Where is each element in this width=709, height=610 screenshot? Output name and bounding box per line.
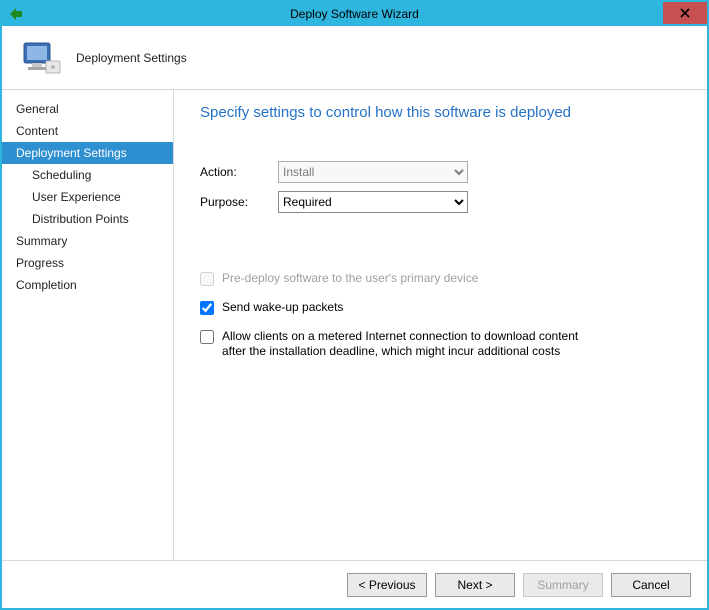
wizard-body: GeneralContentDeployment SettingsSchedul… <box>2 90 707 560</box>
action-label: Action: <box>200 165 278 179</box>
wizard-footer: < Previous Next > Summary Cancel <box>2 560 707 608</box>
cancel-button[interactable]: Cancel <box>611 573 691 597</box>
close-icon <box>680 8 690 18</box>
purpose-row: Purpose: Required <box>200 191 681 213</box>
predeploy-label: Pre-deploy software to the user's primar… <box>222 271 478 286</box>
header-band: Deployment Settings <box>2 26 707 90</box>
nav-item-progress[interactable]: Progress <box>2 252 173 274</box>
deploy-software-wizard-window: Deploy Software Wizard Deployment Settin… <box>0 0 709 610</box>
nav-item-scheduling[interactable]: Scheduling <box>2 164 173 186</box>
nav-item-user-experience[interactable]: User Experience <box>2 186 173 208</box>
wakeup-label: Send wake-up packets <box>222 300 343 315</box>
metered-label: Allow clients on a metered Internet conn… <box>222 329 582 359</box>
window-title: Deploy Software Wizard <box>290 7 419 21</box>
nav-item-distribution-points[interactable]: Distribution Points <box>2 208 173 230</box>
computer-icon <box>20 37 62 79</box>
predeploy-checkbox <box>200 272 214 286</box>
content-title: Specify settings to control how this sof… <box>200 104 681 121</box>
nav-item-summary[interactable]: Summary <box>2 230 173 252</box>
metered-checkbox[interactable] <box>200 330 214 344</box>
nav-item-content[interactable]: Content <box>2 120 173 142</box>
content-pane: Specify settings to control how this sof… <box>174 90 707 560</box>
next-button[interactable]: Next > <box>435 573 515 597</box>
nav-item-deployment-settings[interactable]: Deployment Settings <box>2 142 173 164</box>
previous-button[interactable]: < Previous <box>347 573 427 597</box>
predeploy-row: Pre-deploy software to the user's primar… <box>200 271 681 286</box>
close-button[interactable] <box>663 2 707 24</box>
wakeup-row: Send wake-up packets <box>200 300 681 315</box>
purpose-label: Purpose: <box>200 195 278 209</box>
purpose-select[interactable]: Required <box>278 191 468 213</box>
summary-button: Summary <box>523 573 603 597</box>
nav-item-general[interactable]: General <box>2 98 173 120</box>
titlebar: Deploy Software Wizard <box>2 2 707 26</box>
wakeup-checkbox[interactable] <box>200 301 214 315</box>
action-row: Action: Install <box>200 161 681 183</box>
wizard-icon <box>8 6 24 22</box>
nav-item-completion[interactable]: Completion <box>2 274 173 296</box>
wizard-nav: GeneralContentDeployment SettingsSchedul… <box>2 90 174 560</box>
metered-row: Allow clients on a metered Internet conn… <box>200 329 681 359</box>
header-page-label: Deployment Settings <box>76 51 187 65</box>
action-select: Install <box>278 161 468 183</box>
